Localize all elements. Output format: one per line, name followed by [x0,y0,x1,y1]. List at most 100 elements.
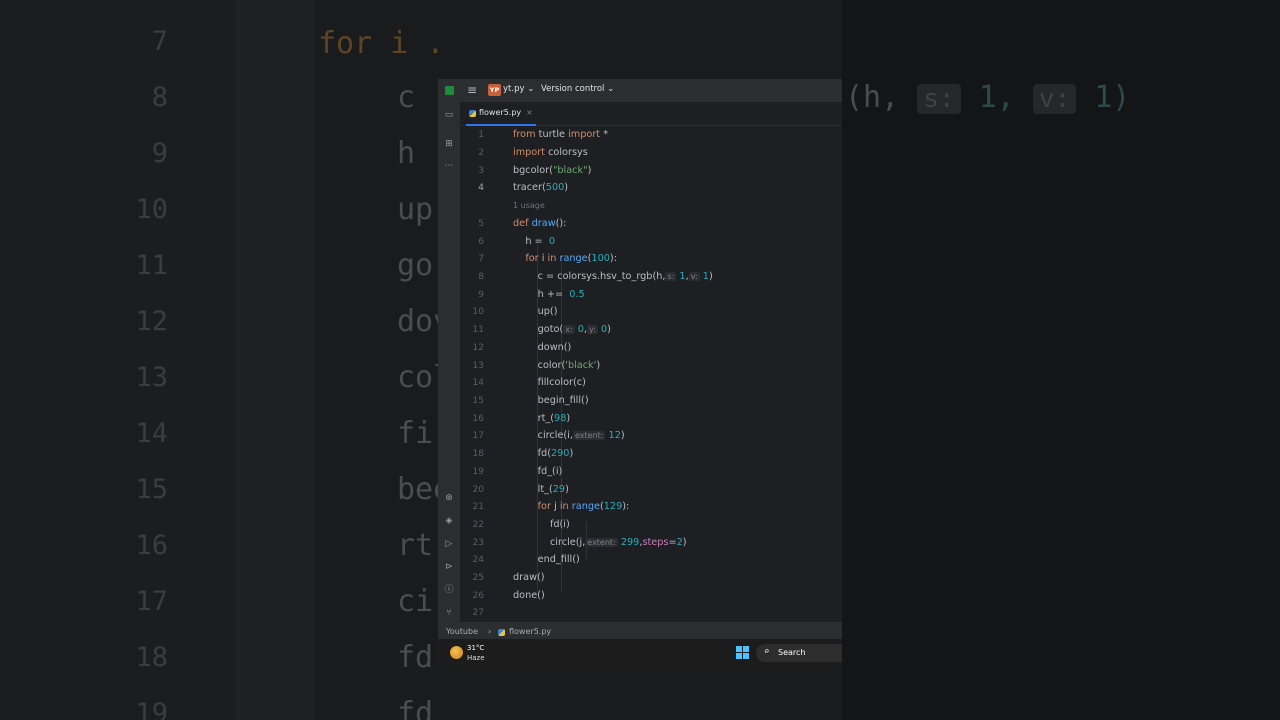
code-token: v: [688,272,700,281]
code-token: fd(i) [513,519,570,530]
code-token: ) [708,271,713,282]
code-token: ) [565,484,569,495]
code-token: goto( [513,324,564,335]
code-token: "black" [552,165,588,176]
background-line-number: 10 [135,194,168,225]
python-packages-icon[interactable]: ⊛ [443,492,455,504]
background-line-number: 11 [135,250,168,281]
background-line-number: 9 [151,138,168,169]
code-token: draw [531,218,556,229]
layers-icon[interactable]: ◈ [443,515,455,527]
taskbar-search[interactable]: ⌕ Search [756,644,842,662]
background-code: h [397,136,416,171]
code-token: (): [555,218,567,229]
code-token: extent: [585,538,618,547]
hamburger-menu-icon[interactable]: ≡ [467,83,477,97]
code-token: c = colorsys.hsv_to_rgb(h, [513,271,666,282]
usage-hint[interactable]: 1 usage [513,201,545,210]
code-token: import [568,129,601,140]
code-token: = [668,537,677,548]
code-token: 100 [591,253,610,264]
code-token: end_fill() [513,554,580,565]
git-icon[interactable]: ⑂ [443,607,455,619]
code-line-18: fd(290) [513,448,574,459]
folder-icon[interactable]: ▭ [443,109,455,121]
code-token: up() [513,306,558,317]
breadcrumb-project[interactable]: Youtube [446,627,478,636]
background-v-hint: v: [1032,84,1077,114]
project-name-dropdown[interactable]: yt.py ⌄ [503,84,534,94]
code-token: steps [642,537,669,548]
structure-icon[interactable]: ⊞ [443,138,455,150]
line-number: 3 [478,166,484,176]
line-number: 17 [472,431,484,441]
breadcrumb-file[interactable]: flower5.py [509,627,551,636]
code-token: fd_(i) [513,466,563,477]
tab-flower5[interactable]: flower5.py × [466,102,536,126]
background-call-prefix: (h, [845,80,900,115]
code-token: extent: [572,431,606,440]
code-line-17: circle(i, extent: 12) [513,431,625,441]
background-gutter-strip [235,0,315,720]
code-editor[interactable]: 1 2 3 4 5 6 7 8 9 10 11 12 13 14 15 16 1… [460,125,842,622]
terminal-icon[interactable]: ⊳ [443,561,455,573]
background-code: fd [397,696,434,720]
line-number: 11 [472,325,484,335]
code-token: lt_( [513,484,553,495]
code-token: ) [587,165,592,176]
background-s-hint: s: [917,84,961,114]
background-line-number: 14 [135,418,168,449]
code-token: in [547,253,557,264]
problems-icon[interactable]: ⓘ [443,584,455,596]
chevron-right-icon: › [488,627,492,636]
code-token: def [513,218,529,229]
weather-icon[interactable] [450,646,463,659]
line-number: 16 [472,414,484,424]
line-number: 2 [478,148,484,158]
code-token: fillcolor(c) [513,377,586,388]
code-token: import [513,147,545,158]
background-code: go [397,248,434,283]
code-token: circle(i, [513,430,573,441]
background-line-number: 17 [135,586,168,617]
code-line-13: color('black') [513,361,600,371]
code-token: h += [513,289,567,300]
run-icon[interactable]: ▷ [443,538,455,550]
line-number: 10 [472,307,484,317]
background-line-number: 18 [135,642,168,673]
weather-condition: Haze [467,654,485,662]
code-token: rt_( [513,413,555,424]
project-badge[interactable]: YP [488,84,501,96]
code-line-1: from turtle import * [513,130,608,140]
background-line-number: 13 [135,362,168,393]
code-token: * [603,129,609,140]
code-token: j [554,501,557,512]
line-number-current: 4 [478,183,484,193]
code-token: 29 [552,484,566,495]
code-line-2: import colorsys [513,148,588,158]
windows-start-icon[interactable] [736,646,749,659]
more-icon[interactable]: ⋯ [443,160,455,172]
line-number: 13 [472,361,484,371]
close-icon[interactable]: × [526,108,533,117]
background-line-number: 16 [135,530,168,561]
app-logo-icon[interactable] [445,86,454,95]
code-token: for [513,253,539,264]
code-token: h = [513,236,546,247]
background-line-number: 12 [135,306,168,337]
code-line-16: rt_(98) [513,413,571,424]
line-number: 5 [478,219,484,229]
code-token: colorsys [548,147,588,158]
line-number: 14 [472,378,484,388]
version-control-dropdown[interactable]: Version control ⌄ [541,84,614,94]
background-code: up [397,192,434,227]
code-token: ) [566,413,571,424]
code-token: 'black' [565,360,597,371]
line-number: 6 [478,237,484,247]
code-token: 299 [620,537,640,548]
code-token: 98 [554,413,567,424]
code-token: draw() [513,572,545,583]
code-line-8: c = colorsys.hsv_to_rgb(h, s: 1, v: 1) [513,272,713,282]
code-token: 0.5 [569,289,585,300]
code-token: ) [569,448,574,459]
